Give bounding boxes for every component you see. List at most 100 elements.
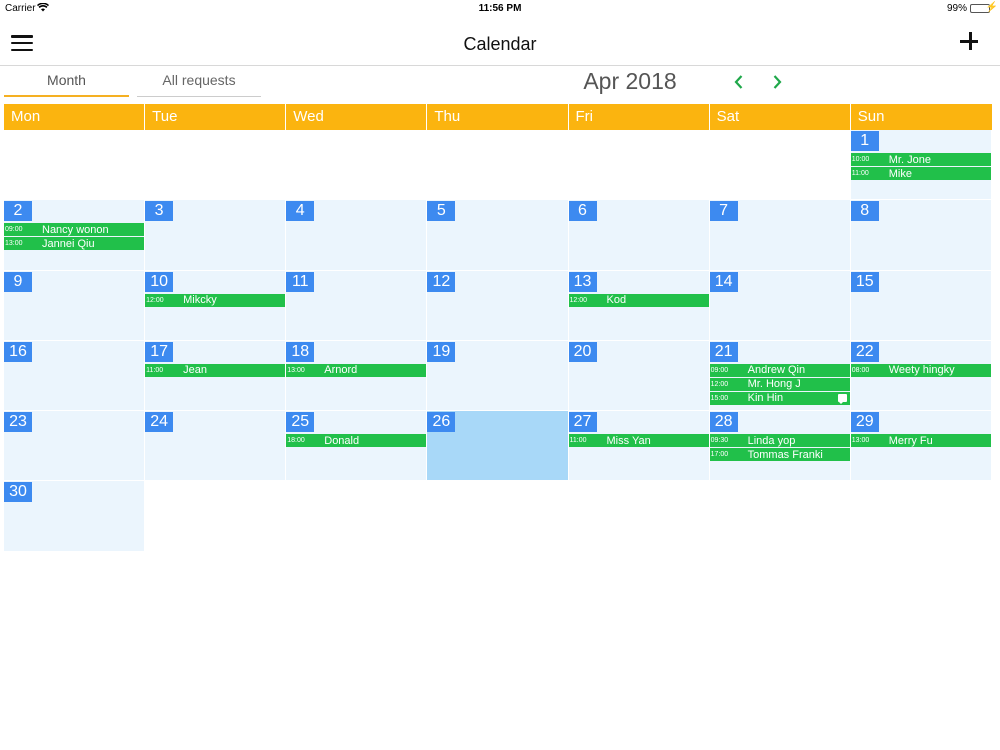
event-item[interactable]: 17:00 Tommas Franki <box>709 448 850 462</box>
day-cell[interactable]: 8 <box>850 200 992 271</box>
event-item[interactable]: 11:00 Jean <box>145 363 286 377</box>
empty-day-cell <box>427 130 569 201</box>
event-name: Andrew Qin <box>747 364 806 377</box>
event-time: 13:00 <box>851 437 870 445</box>
calendar-grid: 1 10:00 Mr. Jone 11:00 Mike 2 09:00 Nancy wonon… <box>4 130 992 552</box>
event-list: 09:00 Nancy wonon 13:00 Jannei Qiu <box>4 223 145 251</box>
day-cell[interactable]: 10 12:00 Mikcky <box>145 270 287 341</box>
day-cell[interactable]: 3 <box>145 200 287 271</box>
event-time: 10:00 <box>851 156 870 163</box>
day-cell[interactable]: 13 12:00 Kod <box>568 270 710 341</box>
day-cell[interactable]: 19 <box>427 340 569 412</box>
event-item[interactable]: 13:00 Arnord <box>286 363 427 377</box>
day-cell[interactable]: 28 09:30 Linda yop 17:00 Tommas Franki <box>709 411 851 482</box>
day-cell[interactable]: 21 09:00 Andrew Qin 12:00 Mr. Hong J 15:00 Kin… <box>709 340 851 412</box>
event-item[interactable]: 13:00 Jannei Qiu <box>4 237 145 251</box>
event-name: Weety hingky <box>888 364 955 377</box>
event-name: Jannei Qiu <box>42 237 95 250</box>
day-number: 25 <box>286 412 315 433</box>
week-row: 9 10 12:00 Mikcky 11 12 13 12:00 Kod 14 15 <box>4 270 992 341</box>
day-number: 11 <box>286 271 315 292</box>
event-list: 13:00 Merry Fu <box>850 434 991 448</box>
battery-percent: 99% <box>946 3 967 14</box>
event-list: 08:00 Weety hingky <box>850 363 991 378</box>
week-row: 16 17 11:00 Jean 18 13:00 Arnord 19 20 21 09:00 And… <box>4 340 992 412</box>
event-name: Donald <box>324 434 360 447</box>
event-item[interactable]: 10:00 Mr. Jone <box>850 153 991 166</box>
day-cell[interactable]: 30 <box>4 481 146 552</box>
day-number: 30 <box>4 482 32 503</box>
previous-month-chevron-left-icon[interactable] <box>729 72 749 92</box>
event-item[interactable]: 11:00 Miss Yan <box>568 434 709 448</box>
empty-day-cell <box>145 130 287 201</box>
day-cell[interactable]: 9 <box>4 270 146 341</box>
navigation-bar: Calendar <box>0 18 1000 66</box>
event-name: Kin Hin <box>747 392 784 405</box>
event-name: Mr. Hong J <box>747 378 801 391</box>
day-cell[interactable]: 22 08:00 Weety hingky <box>850 340 992 412</box>
event-item[interactable]: 11:00 Mike <box>850 167 991 180</box>
next-month-chevron-right-icon[interactable] <box>767 72 787 92</box>
day-cell[interactable]: 17 11:00 Jean <box>145 340 287 412</box>
charging-bolt-icon: ⚡ <box>985 2 998 13</box>
event-item[interactable]: 12:00 Mr. Hong J <box>709 377 850 391</box>
day-cell[interactable]: 5 <box>427 200 569 271</box>
day-number: 2 <box>4 201 32 222</box>
event-item[interactable]: 15:00 Kin Hin <box>709 391 850 405</box>
empty-day-cell <box>850 481 992 552</box>
day-cell-today[interactable]: 26 <box>427 411 569 482</box>
day-number: 28 <box>709 412 738 433</box>
day-cell[interactable]: 12 <box>427 270 569 341</box>
add-plus-icon[interactable] <box>958 30 982 54</box>
tab-month[interactable]: Month <box>4 66 129 97</box>
day-number: 29 <box>850 412 879 433</box>
day-number: 13 <box>568 271 597 292</box>
event-item[interactable]: 09:00 Nancy wonon <box>4 223 145 237</box>
event-name: Jean <box>183 364 207 377</box>
day-number: 12 <box>427 271 456 292</box>
event-item[interactable]: 13:00 Merry Fu <box>850 434 991 448</box>
day-number: 17 <box>145 341 174 362</box>
day-cell[interactable]: 2 09:00 Nancy wonon 13:00 Jannei Qiu <box>4 200 146 271</box>
day-cell[interactable]: 27 11:00 Miss Yan <box>568 411 710 482</box>
event-time: 12:00 <box>146 296 164 304</box>
day-number: 23 <box>4 412 32 433</box>
day-number: 16 <box>4 341 32 362</box>
day-cell[interactable]: 7 <box>709 200 851 271</box>
day-cell[interactable]: 18 13:00 Arnord <box>286 340 428 412</box>
event-item[interactable]: 18:00 Donald <box>286 434 427 448</box>
empty-day-cell <box>286 130 428 201</box>
event-name: Merry Fu <box>888 434 933 447</box>
event-item[interactable]: 09:30 Linda yop <box>709 434 850 448</box>
day-cell[interactable]: 1 10:00 Mr. Jone 11:00 Mike <box>850 130 992 201</box>
event-name: Nancy wonon <box>42 223 109 236</box>
day-cell[interactable]: 16 <box>4 340 146 412</box>
day-cell[interactable]: 25 18:00 Donald <box>286 411 428 482</box>
empty-day-cell <box>145 481 287 552</box>
empty-day-cell <box>4 130 146 201</box>
event-name: Arnord <box>324 364 358 377</box>
day-cell[interactable]: 20 <box>568 340 710 412</box>
day-cell[interactable]: 6 <box>568 200 710 271</box>
event-item[interactable]: 09:00 Andrew Qin <box>709 363 850 377</box>
event-list: 09:00 Andrew Qin 12:00 Mr. Hong J 15:00 Kin H… <box>709 363 850 406</box>
day-cell[interactable]: 14 <box>709 270 851 341</box>
day-number: 6 <box>568 201 597 222</box>
empty-day-cell <box>286 481 428 552</box>
event-item[interactable]: 12:00 Kod <box>568 293 709 307</box>
day-cell[interactable]: 11 <box>286 270 428 341</box>
day-cell[interactable]: 24 <box>145 411 287 482</box>
message-bubble-icon <box>837 393 847 404</box>
weekday-label: Sat <box>709 104 851 130</box>
day-cell[interactable]: 29 13:00 Merry Fu <box>850 411 992 482</box>
event-item[interactable]: 12:00 Mikcky <box>145 293 286 307</box>
day-cell[interactable]: 23 <box>4 411 146 482</box>
event-item[interactable]: 08:00 Weety hingky <box>850 363 991 377</box>
event-list: 09:30 Linda yop 17:00 Tommas Franki <box>709 434 850 462</box>
weekday-label: Fri <box>568 104 710 130</box>
day-cell[interactable]: 15 <box>850 270 992 341</box>
day-cell[interactable]: 4 <box>286 200 428 271</box>
tab-all-requests[interactable]: All requests <box>137 66 261 97</box>
day-number: 8 <box>850 201 879 222</box>
day-number: 27 <box>568 412 597 433</box>
